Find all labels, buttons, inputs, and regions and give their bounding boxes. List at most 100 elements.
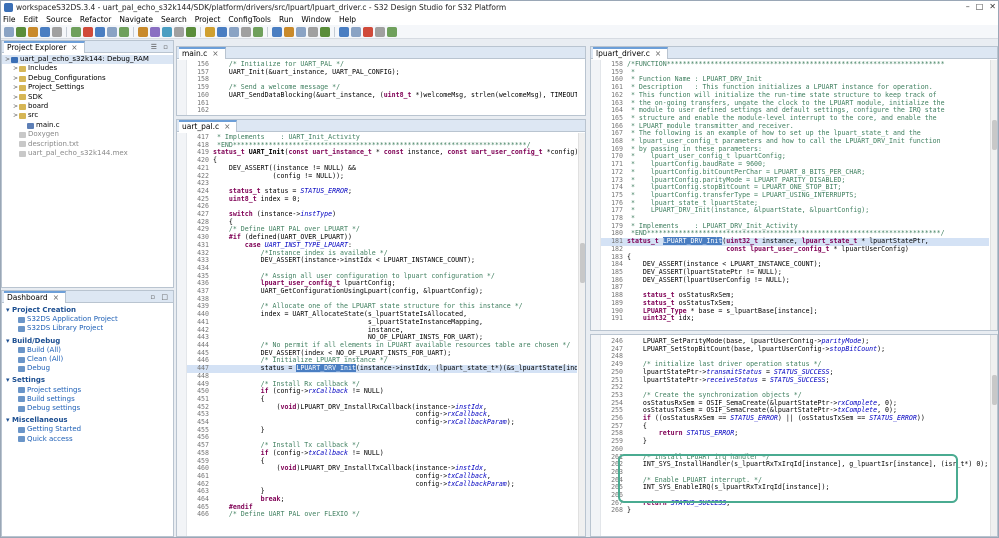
menu-file[interactable]: File: [3, 15, 16, 24]
code-line[interactable]: 259 }: [601, 437, 989, 446]
dashboard-link[interactable]: Debug settings: [6, 404, 173, 413]
toolbar-button-icon[interactable]: [375, 26, 385, 37]
code-line[interactable]: 422 (config != NULL));: [187, 172, 577, 181]
dashboard-link[interactable]: Project settings: [6, 386, 173, 395]
code-line[interactable]: 157 UART_Init(&uart_instance, UART_PAL_C…: [187, 68, 577, 77]
code-line[interactable]: 161: [187, 99, 577, 108]
code-line[interactable]: 433 DEV_ASSERT(instance->instIdx < LPUAR…: [187, 257, 577, 265]
toolbar-button-icon[interactable]: [71, 26, 81, 37]
dashboard-section-title[interactable]: ▾ Build/Debug: [6, 337, 173, 346]
dashboard-link[interactable]: Getting Started: [6, 425, 173, 434]
toolbar-button-icon[interactable]: [28, 26, 38, 37]
code-line[interactable]: 177 * LPUART_DRV_Init(instance, &lpuartS…: [601, 207, 989, 215]
menu-source[interactable]: Source: [46, 15, 72, 24]
dashboard-link[interactable]: S32DS Application Project: [6, 315, 173, 324]
close-icon[interactable]: ✕: [989, 2, 996, 11]
dashboard-section-title[interactable]: ▾ Settings: [6, 376, 173, 385]
menu-window[interactable]: Window: [301, 15, 331, 24]
toolbar-button-icon[interactable]: [339, 26, 349, 37]
toolbar-button-icon[interactable]: [387, 26, 397, 37]
toolbar-button-icon[interactable]: [205, 26, 215, 37]
code-line[interactable]: 191 uint32_t idx;: [601, 314, 989, 323]
tree-item[interactable]: Doxygen: [2, 130, 173, 139]
code-line[interactable]: 162: [187, 107, 577, 115]
toolbar-button-icon[interactable]: [119, 26, 129, 37]
toolbar-button-icon[interactable]: [217, 26, 227, 37]
code-line[interactable]: 182 const lpuart_user_config_t * lpuartU…: [601, 245, 989, 254]
dashboard-link[interactable]: Debug: [6, 364, 173, 373]
menu-configtools[interactable]: ConfigTools: [228, 15, 271, 24]
toolbar-button-icon[interactable]: [296, 26, 306, 37]
scroll-thumb[interactable]: [992, 120, 997, 150]
toolbar-button-icon[interactable]: [253, 26, 263, 37]
code-line[interactable]: 419 status_t UART_Init(const uart_instanc…: [187, 149, 577, 157]
toolbar-button-icon[interactable]: [52, 26, 62, 37]
menu-run[interactable]: Run: [279, 15, 293, 24]
scroll-thumb[interactable]: [992, 375, 997, 405]
toolbar-button-icon[interactable]: [351, 26, 361, 37]
toolbar-button-icon[interactable]: [95, 26, 105, 37]
code-line[interactable]: 455 }: [187, 426, 577, 435]
menu-edit[interactable]: Edit: [24, 15, 39, 24]
code-line[interactable]: 251 lpuartStatePtr->receiveStatus = STAT…: [601, 376, 989, 385]
close-icon[interactable]: ×: [212, 49, 218, 58]
dashboard-link[interactable]: S32DS Library Project: [6, 324, 173, 333]
toolbar-button-icon[interactable]: [272, 26, 282, 37]
dashboard-link[interactable]: Build settings: [6, 395, 173, 404]
code-line[interactable]: 247 LPUART_SetStopBitCount(base, lpuartU…: [601, 345, 989, 354]
toolbar-button-icon[interactable]: [229, 26, 239, 37]
code-line[interactable]: 447 status = LPUART_DRV_Init(instance->i…: [187, 364, 577, 373]
toolbar-button-icon[interactable]: [16, 26, 26, 37]
dashboard-section-title[interactable]: ▾ Miscellaneous: [6, 416, 173, 425]
uart-pal-code[interactable]: 417 * Implements : UART_Init_Activity 418…: [187, 134, 577, 536]
close-icon[interactable]: ×: [71, 43, 77, 52]
code-line[interactable]: 466 /* Define UART PAL over FLEXIO */: [187, 511, 577, 519]
vertical-scrollbar[interactable]: [990, 60, 997, 330]
toolbar-button-icon[interactable]: [174, 26, 184, 37]
lpuart-driver-code-top[interactable]: 158/*FUNCTION***************************…: [601, 61, 989, 330]
code-line[interactable]: 256 if ((osStatusRxSem == STATUS_ERROR) …: [601, 414, 989, 423]
close-icon[interactable]: ×: [224, 122, 230, 131]
tree-item[interactable]: > board: [2, 102, 173, 111]
tree-item[interactable]: description.txt: [2, 140, 173, 149]
toolbar-button-icon[interactable]: [138, 26, 148, 37]
lpuart-driver-code-bottom[interactable]: 246 LPUART_SetParityMode(base, lpuartUse…: [601, 338, 989, 536]
close-icon[interactable]: ×: [53, 293, 59, 302]
menu-project[interactable]: Project: [195, 15, 221, 24]
tree-item[interactable]: > Debug_Configurations: [2, 74, 173, 83]
toolbar-button-icon[interactable]: [241, 26, 251, 37]
toolbar-button-icon[interactable]: [186, 26, 196, 37]
vertical-scrollbar[interactable]: [990, 335, 997, 536]
code-line[interactable]: 186 DEV_ASSERT(lpuartUserConfig != NULL)…: [601, 276, 989, 285]
vertical-scrollbar[interactable]: [578, 133, 585, 536]
menu-refactor[interactable]: Refactor: [80, 15, 111, 24]
dashboard-link[interactable]: Build (All): [6, 346, 173, 355]
dashboard-section-title[interactable]: ▾ Project Creation: [6, 306, 173, 315]
tree-item[interactable]: > Includes: [2, 64, 173, 73]
code-line[interactable]: 258 return STATUS_ERROR;: [601, 430, 989, 438]
menu-help[interactable]: Help: [339, 15, 356, 24]
code-line[interactable]: 158/*FUNCTION***************************…: [601, 61, 989, 69]
code-line[interactable]: 427 switch (instance->instType): [187, 210, 577, 219]
scroll-thumb[interactable]: [580, 243, 585, 283]
code-line[interactable]: 437 UART_GetConfigurationUsingLpuart(con…: [187, 287, 577, 296]
toolbar-button-icon[interactable]: [162, 26, 172, 37]
view-controls-icon[interactable]: ▫ □: [150, 293, 170, 301]
tree-item[interactable]: > src: [2, 111, 173, 120]
tab-main-c[interactable]: main.c: [182, 49, 207, 58]
tab-uart-pal-c[interactable]: uart_pal.c: [182, 122, 219, 131]
toolbar-button-icon[interactable]: [150, 26, 160, 37]
menu-search[interactable]: Search: [161, 15, 187, 24]
close-icon[interactable]: ×: [655, 49, 661, 58]
view-controls-icon[interactable]: ☰ ▫: [151, 43, 170, 51]
maximize-icon[interactable]: □: [976, 2, 984, 11]
toolbar-button-icon[interactable]: [40, 26, 50, 37]
minimize-icon[interactable]: –: [966, 2, 970, 11]
code-line[interactable]: 160 UART_SendDataBlocking(&uart_instance…: [187, 91, 577, 100]
tree-item[interactable]: > Project_Settings: [2, 83, 173, 92]
main-c-code[interactable]: 156 /* Initialize for UART_PAL */157 UAR…: [187, 61, 577, 115]
tree-item[interactable]: > SDK: [2, 93, 173, 102]
dashboard-tab[interactable]: Dashboard: [7, 293, 48, 302]
toolbar-button-icon[interactable]: [363, 26, 373, 37]
code-line[interactable]: 425 uint8_t index = 0;: [187, 195, 577, 204]
